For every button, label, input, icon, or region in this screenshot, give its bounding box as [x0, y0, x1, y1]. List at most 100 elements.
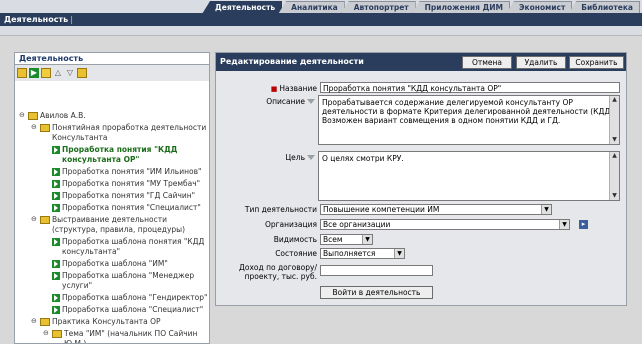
- name-label: ■ Название: [270, 84, 317, 93]
- folder-icon: [40, 124, 50, 132]
- move-to-folder-icon[interactable]: [77, 68, 87, 78]
- move-up-icon[interactable]: △: [53, 68, 63, 78]
- expand-collapse-icon[interactable]: ⊖: [43, 329, 51, 337]
- activity-icon: [52, 238, 60, 246]
- tree-item-label: Проработка понятия "ГД Сайчин": [62, 191, 196, 200]
- tree-item-label: Проработка понятия "МУ Трембач": [62, 179, 201, 188]
- top-bar: Деятельность Аналитика Автопортрет Приложен…: [0, 0, 642, 26]
- tree-activity[interactable]: Проработка шаблона "Менеджер услуги": [15, 271, 209, 291]
- state-select[interactable]: Выполняется ▼: [320, 248, 405, 259]
- folder-icon: [52, 330, 62, 338]
- description-expand-icon[interactable]: [307, 99, 315, 104]
- tree-item-label: Выстраивание деятельности (структура, пр…: [52, 215, 185, 234]
- go-arrow-icon[interactable]: ▸: [579, 220, 588, 229]
- tree-item-label: Проработка шаблона "ИМ": [62, 259, 168, 268]
- folder-icon[interactable]: [41, 68, 51, 78]
- expand-collapse-icon[interactable]: ⊖: [31, 317, 39, 325]
- visibility-select[interactable]: Всем ▼: [320, 234, 373, 245]
- tree-item-label: Проработка шаблона "Менеджер услуги": [62, 271, 195, 290]
- goal-expand-icon[interactable]: [307, 155, 315, 160]
- tree-item-label: Проработка шаблона "Гендиректор": [62, 293, 208, 302]
- activity-tree-panel: Деятельность ▶ △ ▽ ⊖ Авилов А.В. ⊖ Понятийн…: [14, 52, 210, 344]
- activity-tree: ⊖ Авилов А.В. ⊖ Понятийная проработка деяте…: [15, 81, 209, 344]
- expand-collapse-icon: [43, 179, 51, 187]
- description-scrollbar[interactable]: ▲ ▼: [609, 96, 619, 144]
- chevron-down-icon: ▼: [394, 249, 404, 258]
- folder-icon: [40, 318, 50, 326]
- page-header: Деятельность |: [0, 13, 642, 26]
- tree-item-label: Проработка понятия "ИМ Ильинов": [62, 167, 202, 176]
- edit-header: Редактирование деятельности Отмена Удали…: [216, 53, 626, 71]
- new-activity-icon[interactable]: ▶: [29, 68, 39, 78]
- tree-activity[interactable]: Проработка шаблона "Специалист": [15, 305, 209, 315]
- tree-item-label: Проработка шаблона "Специалист": [62, 305, 204, 314]
- tree-item-label: Практика Консультанта ОР: [52, 317, 161, 326]
- tree-item-label: Проработка шаблона понятия "КДД консульт…: [62, 237, 205, 256]
- name-field[interactable]: Проработка понятия "КДД консультанта ОР": [320, 82, 620, 93]
- goal-field[interactable]: О целях смотри КРУ. ▲ ▼: [318, 151, 620, 201]
- expand-collapse-icon: [43, 271, 51, 279]
- description-label: Описание: [266, 97, 305, 106]
- folder-icon: [28, 112, 38, 120]
- activity-icon: [52, 204, 60, 212]
- tree-activity[interactable]: Проработка понятия "ГД Сайчин": [15, 191, 209, 201]
- edit-activity-panel: Редактирование деятельности Отмена Удали…: [215, 52, 627, 306]
- delete-button[interactable]: Удалить: [516, 56, 566, 69]
- chevron-down-icon: ▼: [559, 220, 569, 229]
- tree-folder[interactable]: ⊖ Авилов А.В.: [15, 111, 209, 121]
- visibility-label: Видимость: [273, 235, 317, 244]
- activity-icon: [52, 192, 60, 200]
- tree-activity[interactable]: Проработка шаблона "ИМ": [15, 259, 209, 269]
- expand-collapse-icon: [43, 167, 51, 175]
- activity-icon: [52, 146, 60, 154]
- tree-folder[interactable]: ⊖ Практика Консультанта ОР: [15, 317, 209, 327]
- tree-item-label: Понятийная проработка деятельности Консу…: [52, 123, 207, 142]
- tree-activity[interactable]: Проработка шаблона "Гендиректор": [15, 293, 209, 303]
- tree-item-label: Проработка понятия "КДД консультанта ОР": [62, 145, 178, 164]
- cancel-button[interactable]: Отмена: [462, 56, 512, 69]
- tree-item-label: Тема "ИМ" (начальник ПО Сайчин Ю.М.): [64, 329, 198, 344]
- expand-collapse-icon: [43, 237, 51, 245]
- activity-icon: [52, 294, 60, 302]
- move-down-icon[interactable]: ▽: [65, 68, 75, 78]
- tree-item-label: Авилов А.В.: [40, 111, 86, 120]
- tree-folder[interactable]: ⊖ Тема "ИМ" (начальник ПО Сайчин Ю.М.): [15, 329, 209, 344]
- save-button[interactable]: Сохранить: [569, 56, 624, 69]
- tree-toolbar: ▶ △ ▽: [15, 65, 209, 81]
- state-label: Состояние: [275, 249, 317, 258]
- expand-collapse-icon: [43, 293, 51, 301]
- expand-collapse-icon: [43, 305, 51, 313]
- tree-activity[interactable]: Проработка шаблона понятия "КДД консульт…: [15, 237, 209, 257]
- tree-activity[interactable]: Проработка понятия "ИМ Ильинов": [15, 167, 209, 177]
- expand-collapse-icon: [43, 203, 51, 211]
- tree-item-label: Проработка понятия "Специалист": [62, 203, 201, 212]
- activity-type-select[interactable]: Повышение компетенции ИМ ▼: [320, 204, 552, 215]
- chevron-down-icon: ▼: [541, 205, 551, 214]
- activity-icon: [52, 306, 60, 314]
- description-field[interactable]: Прорабатывается содержание делегируемой …: [318, 95, 620, 145]
- income-label: Доход по договору/проекту, тыс. руб.: [239, 263, 317, 281]
- expand-collapse-icon[interactable]: ⊖: [19, 111, 27, 119]
- organization-select[interactable]: Все организации ▼: [320, 219, 570, 230]
- income-field[interactable]: [320, 265, 433, 276]
- sub-bar: [0, 26, 642, 36]
- tree-activity[interactable]: Проработка понятия "МУ Трембач": [15, 179, 209, 189]
- organization-label: Организация: [264, 220, 317, 229]
- required-marker: ■: [270, 85, 278, 93]
- expand-collapse-icon: [43, 191, 51, 199]
- expand-collapse-icon[interactable]: ⊖: [31, 123, 39, 131]
- tree-folder[interactable]: ⊖ Понятийная проработка деятельности Конс…: [15, 123, 209, 143]
- activity-icon: [52, 168, 60, 176]
- tree-panel-title: Деятельность: [15, 53, 209, 65]
- tree-folder[interactable]: ⊖ Выстраивание деятельности (структура, п…: [15, 215, 209, 235]
- tree-activity[interactable]: Проработка понятия "КДД консультанта ОР": [15, 145, 209, 165]
- tree-activity[interactable]: Проработка понятия "Специалист": [15, 203, 209, 213]
- activity-icon: [52, 260, 60, 268]
- goal-scrollbar[interactable]: ▲ ▼: [609, 152, 619, 200]
- activity-icon: [52, 272, 60, 280]
- expand-collapse-icon[interactable]: ⊖: [31, 215, 39, 223]
- enter-activity-button[interactable]: Войти в деятельность: [320, 286, 433, 299]
- expand-collapse-icon: [43, 145, 51, 153]
- edit-title: Редактирование деятельности: [220, 57, 364, 66]
- new-folder-icon[interactable]: [17, 68, 27, 78]
